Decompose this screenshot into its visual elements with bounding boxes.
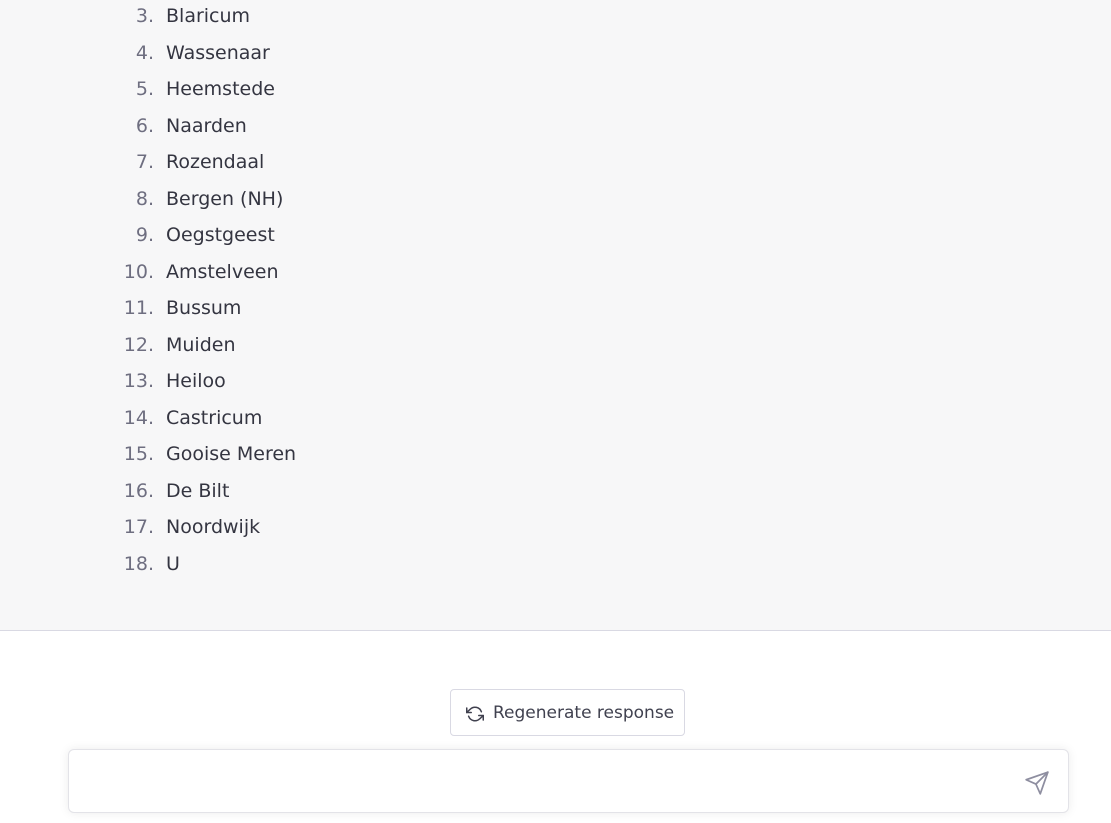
list-item: 7. Rozendaal <box>0 144 600 181</box>
list-item-text: U <box>166 552 180 575</box>
list-item-number: 14. <box>123 406 154 429</box>
list-item-text: Naarden <box>166 114 247 137</box>
list-item-text: Noordwijk <box>166 516 261 538</box>
message-composer <box>68 749 1069 813</box>
list-item: 15. Gooise Meren <box>0 436 600 473</box>
list-item-text: Gooise Meren <box>166 443 297 465</box>
list-item-number: 9. <box>135 224 154 246</box>
list-item: 9. Oegstgeest <box>0 217 600 254</box>
paper-plane-icon <box>1025 771 1049 795</box>
list-item-text: Rozendaal <box>166 151 265 173</box>
list-item-text: Bergen (NH) <box>166 187 284 210</box>
list-item-text: Bussum <box>166 297 242 319</box>
list-item-number: 3. <box>135 5 154 27</box>
list-item-number: 8. <box>135 187 154 210</box>
list-item: 3. Blaricum <box>0 0 600 35</box>
list-item: 18. U <box>0 546 600 583</box>
list-item-number: 12. <box>123 333 154 356</box>
list-item-text: Heemstede <box>166 78 275 100</box>
list-item-text: Castricum <box>166 406 263 429</box>
list-item: 13. Heiloo <box>0 363 600 400</box>
list-item-text: Heiloo <box>166 370 226 392</box>
list-item: 12. Muiden <box>0 327 600 364</box>
list-item-number: 10. <box>123 260 154 283</box>
send-button[interactable] <box>1024 770 1050 796</box>
refresh-icon <box>466 706 484 722</box>
list-item: 6. Naarden <box>0 108 600 145</box>
list-item-number: 13. <box>123 370 154 392</box>
regenerate-response-label: Regenerate response <box>493 703 675 723</box>
list-item-text: Muiden <box>166 333 236 356</box>
list-item-text: Oegstgeest <box>166 224 275 246</box>
list-item: 16. De Bilt <box>0 473 600 510</box>
ordered-list: 3. Blaricum 4. Wassenaar 5. Heemstede 6. Naa… <box>0 0 600 582</box>
list-item-number: 6. <box>135 114 154 137</box>
list-item-number: 15. <box>123 443 154 465</box>
list-item-text: Wassenaar <box>166 41 270 64</box>
list-item: 5. Heemstede <box>0 71 600 108</box>
list-item-number: 5. <box>135 78 154 100</box>
list-item: 4. Wassenaar <box>0 35 600 72</box>
list-item-number: 4. <box>135 41 154 64</box>
list-item-number: 11. <box>123 297 154 319</box>
list-item-number: 7. <box>135 151 154 173</box>
list-item: 8. Bergen (NH) <box>0 181 600 218</box>
list-item: 10. Amstelveen <box>0 254 600 291</box>
list-item-text: De Bilt <box>166 479 230 502</box>
list-item-number: 18. <box>123 552 154 575</box>
chat-response-area: 3. Blaricum 4. Wassenaar 5. Heemstede 6. Naa… <box>0 0 1111 631</box>
list-item-text: Amstelveen <box>166 260 279 283</box>
list-item: 14. Castricum <box>0 400 600 437</box>
regenerate-response-button[interactable]: Regenerate response <box>450 689 685 736</box>
message-input[interactable] <box>85 758 1009 808</box>
list-item: 11. Bussum <box>0 290 600 327</box>
list-item-number: 17. <box>123 516 154 538</box>
list-item-number: 16. <box>123 479 154 502</box>
list-item-text: Blaricum <box>166 5 251 27</box>
list-item: 17. Noordwijk <box>0 509 600 546</box>
